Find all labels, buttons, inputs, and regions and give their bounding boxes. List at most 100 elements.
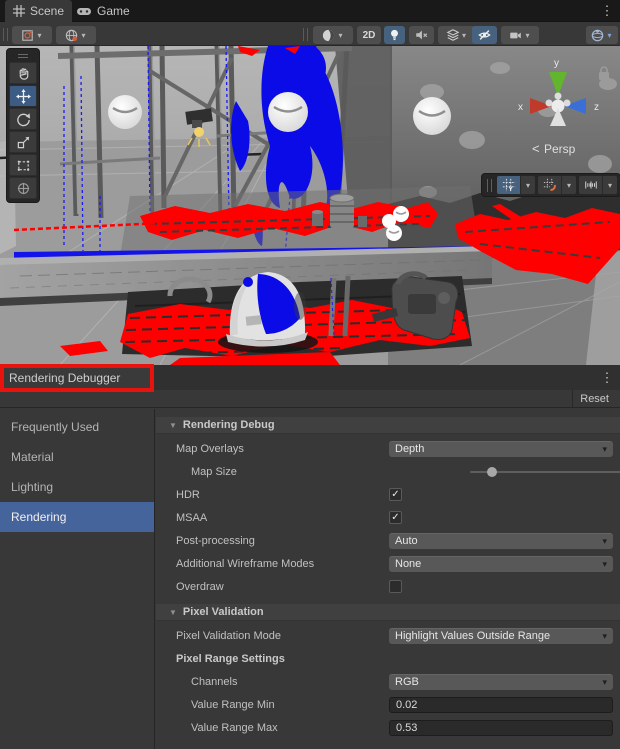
sidebar-item-label: Frequently Used <box>11 420 99 434</box>
setting-label: Map Overlays <box>156 443 244 455</box>
move-icon <box>16 89 31 104</box>
slider-thumb[interactable] <box>487 467 497 477</box>
draw-mode-button[interactable]: ▾ <box>313 26 353 44</box>
dropdown-arrow-icon[interactable]: ▾ <box>602 176 617 194</box>
debugger-toolbar: Reset <box>0 390 620 408</box>
setting-label: Map Size <box>156 466 237 478</box>
dropdown-arrow-icon: ▾ <box>523 31 531 40</box>
gridbar-drag-handle[interactable] <box>487 179 492 192</box>
axis-z-label[interactable]: z <box>594 102 599 113</box>
2d-label: 2D <box>363 30 376 41</box>
setting-label: Overdraw <box>156 581 224 593</box>
dropdown-arrow-icon: ▾ <box>602 444 607 455</box>
toolbar-drag-handle[interactable] <box>303 28 308 41</box>
value-range-min-field[interactable]: 0.02 <box>389 697 613 713</box>
2d-toggle-button[interactable]: 2D <box>357 26 381 44</box>
palette-drag-handle[interactable] <box>9 51 37 61</box>
transform-tool-button[interactable] <box>9 177 37 199</box>
pixel-validation-mode-dropdown[interactable]: Highlight Values Outside Range▾ <box>389 628 613 644</box>
dropdown-arrow-icon[interactable]: ▾ <box>520 176 535 194</box>
sidebar-item-label: Rendering <box>11 510 66 524</box>
dropdown-arrow-icon[interactable]: ▾ <box>561 176 576 194</box>
grid-visibility-button[interactable]: Y <box>497 176 520 194</box>
overdraw-checkbox-wrap <box>389 579 613 595</box>
hdr-checkbox[interactable]: ✓ <box>389 488 402 501</box>
hdr-checkbox-wrap: ✓ <box>389 487 613 503</box>
grid-y-icon: Y <box>502 178 516 192</box>
rotate-icon <box>16 112 31 127</box>
reset-button[interactable]: Reset <box>572 390 616 407</box>
setting-label: Pixel Range Settings <box>156 653 285 665</box>
setting-row-value-range-min: Value Range Min 0.02 <box>156 693 620 716</box>
value-range-max-field[interactable]: 0.53 <box>389 720 613 736</box>
axis-x-label[interactable]: x <box>518 102 523 113</box>
tool-handle-position-button[interactable]: ▾ <box>12 26 52 44</box>
setting-row-post-processing: Post-processingAuto▾ <box>156 529 620 552</box>
toolbar-drag-handle[interactable] <box>3 28 8 41</box>
section-title: Rendering Debug <box>183 419 275 431</box>
hand-icon <box>16 66 31 81</box>
setting-row-hdr: HDR✓ <box>156 483 620 506</box>
tab-game-label: Game <box>97 4 130 18</box>
scene-render: y x z < Persp <box>0 46 620 365</box>
scene-lighting-button[interactable] <box>384 26 405 44</box>
audio-mute-button[interactable] <box>409 26 434 44</box>
sidebar-item-material[interactable]: Material <box>0 442 154 472</box>
dropdown-arrow-icon: ▾ <box>605 31 613 40</box>
post-processing-dropdown[interactable]: Auto▾ <box>389 533 613 549</box>
layers-icon <box>446 28 460 42</box>
rect-tool-button[interactable] <box>9 154 37 176</box>
msaa-checkbox-wrap: ✓ <box>389 510 613 526</box>
lightbulb-icon <box>388 28 401 42</box>
tab-scene-label: Scene <box>30 4 64 18</box>
map-overlays-dropdown[interactable]: Depth▾ <box>389 441 613 457</box>
scene-camera-button[interactable]: ▾ <box>501 26 539 44</box>
rotate-tool-button[interactable] <box>9 108 37 130</box>
audio-muted-icon <box>414 28 429 42</box>
dropdown-value: None <box>395 558 602 570</box>
tab-game[interactable]: Game <box>68 0 138 22</box>
axis-y-label[interactable]: y <box>554 58 559 69</box>
sidebar-item-lighting[interactable]: Lighting <box>0 472 154 502</box>
setting-row-map-size: Map Size320 <box>156 460 620 483</box>
tool-palette <box>6 48 40 203</box>
setting-row-value-range-max: Value Range Max 0.53 <box>156 716 620 739</box>
scale-tool-button[interactable] <box>9 131 37 153</box>
setting-label: Value Range Max <box>156 722 278 734</box>
scene-toolbar: ▾ ▾ ▾ 2D ▾ ▾ ▾ <box>0 23 620 46</box>
sidebar-item-rendering[interactable]: Rendering <box>0 502 154 532</box>
channels-dropdown[interactable]: RGB▾ <box>389 674 613 690</box>
tool-handle-rotation-button[interactable]: ▾ <box>56 26 96 44</box>
tab-scene[interactable]: Scene <box>5 0 72 22</box>
grid-snap-button[interactable] <box>538 176 561 194</box>
scene-visibility-button[interactable] <box>472 26 497 44</box>
gizmos-button[interactable]: ▾ <box>586 26 618 44</box>
debugger-menu-icon[interactable]: ⋮ <box>599 369 615 387</box>
dropdown-arrow-icon: ▾ <box>602 559 607 570</box>
additional-wireframe-modes-dropdown[interactable]: None▾ <box>389 556 613 572</box>
section-header-rendering-debug[interactable]: ▼Rendering Debug <box>156 417 620 434</box>
gizmos-icon <box>590 28 605 43</box>
grid-icon <box>13 5 25 17</box>
persp-toggle[interactable]: < Persp <box>532 141 576 156</box>
debugger-sidebar: Frequently Used Material Lighting Rendering <box>0 409 155 749</box>
msaa-checkbox[interactable]: ✓ <box>389 511 402 524</box>
window-menu-icon[interactable]: ⋮ <box>599 2 615 20</box>
scene-viewport[interactable]: y x z < Persp <box>0 46 620 365</box>
persp-angle-icon: < <box>532 141 540 156</box>
setting-label: Additional Wireframe Modes <box>156 558 314 570</box>
sidebar-item-frequently-used[interactable]: Frequently Used <box>0 412 154 442</box>
setting-label: MSAA <box>156 512 207 524</box>
grid-snap-toolbar: Y ▾ ▾ ▾ <box>481 173 620 197</box>
debug-settings: ▼Rendering Debug Map Overlays Depth▾ Map Si… <box>156 409 620 749</box>
section-header-pixel-validation[interactable]: ▼Pixel Validation <box>156 604 620 621</box>
sidebar-item-label: Material <box>11 450 54 464</box>
view-tool-button[interactable] <box>9 62 37 84</box>
rendering-debugger-tab[interactable]: Rendering Debugger <box>0 365 150 390</box>
setting-label: Value Range Min <box>156 699 275 711</box>
sidebar-item-label: Lighting <box>11 480 53 494</box>
move-tool-button[interactable] <box>9 85 37 107</box>
effects-button[interactable]: ▾ <box>438 26 476 44</box>
snap-increment-button[interactable] <box>579 176 602 194</box>
overdraw-checkbox[interactable] <box>389 580 402 593</box>
